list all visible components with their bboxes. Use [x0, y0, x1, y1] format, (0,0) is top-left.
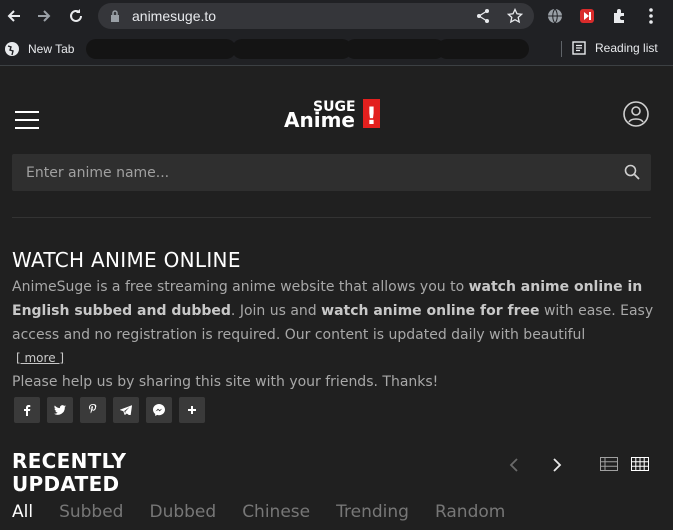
- facebook-share-button[interactable]: [14, 397, 40, 423]
- redacted-bookmark[interactable]: [232, 39, 352, 59]
- list-view-icon[interactable]: [600, 457, 618, 471]
- logo-bang-text: !: [366, 102, 377, 130]
- reading-list-button[interactable]: Reading list: [572, 41, 658, 55]
- star-icon[interactable]: [507, 8, 523, 24]
- bookmark-separator: [561, 41, 562, 57]
- chevron-left-icon[interactable]: [507, 457, 521, 473]
- search-bar: [12, 154, 651, 191]
- watch-online-heading: WATCH ANIME ONLINE: [12, 248, 241, 272]
- logo-anime-text: Anime: [284, 108, 355, 131]
- facebook-icon: [24, 405, 31, 416]
- tab-random[interactable]: Random: [435, 502, 505, 522]
- twitter-icon: [54, 405, 66, 415]
- section-divider: [12, 217, 651, 218]
- telegram-icon: [120, 405, 132, 415]
- messenger-share-button[interactable]: [146, 397, 172, 423]
- site-logo[interactable]: SUGE Anime !: [284, 97, 384, 131]
- hamburger-menu-icon[interactable]: [15, 111, 39, 129]
- redacted-bookmark[interactable]: [345, 39, 445, 59]
- user-account-icon[interactable]: [623, 101, 649, 127]
- back-arrow-icon[interactable]: [2, 4, 26, 28]
- redacted-bookmark[interactable]: [437, 39, 529, 59]
- extension-red-icon[interactable]: [577, 6, 597, 26]
- reading-list-icon: [572, 41, 586, 55]
- search-icon[interactable]: [624, 164, 640, 180]
- share-message: Please help us by sharing this site with…: [12, 374, 439, 390]
- puzzle-icon[interactable]: [609, 6, 629, 26]
- address-bar[interactable]: animesuge.to: [98, 3, 534, 29]
- social-share-buttons: [14, 397, 205, 423]
- desc-text: AnimeSuge is a free streaming anime webs…: [12, 279, 469, 295]
- globe-icon: [5, 42, 19, 56]
- site-description: AnimeSuge is a free streaming anime webs…: [12, 275, 658, 347]
- redacted-bookmark[interactable]: [86, 39, 236, 59]
- twitter-share-button[interactable]: [47, 397, 73, 423]
- desc-text: . Join us and: [230, 303, 322, 319]
- lock-icon: [111, 10, 119, 22]
- reload-icon[interactable]: [64, 4, 88, 28]
- bookmark-label: New Tab: [28, 42, 75, 56]
- share-icon[interactable]: [475, 8, 491, 24]
- tab-chinese[interactable]: Chinese: [242, 502, 310, 522]
- tab-subbed[interactable]: Subbed: [59, 502, 123, 522]
- globe-icon[interactable]: [545, 6, 565, 26]
- page-content: SUGE Anime ! WATCH ANIME ONLINE AnimeSug…: [0, 67, 673, 530]
- pinterest-share-button[interactable]: [80, 397, 106, 423]
- recently-updated-heading: RECENTLY UPDATED: [12, 449, 127, 496]
- forward-arrow-icon[interactable]: [32, 4, 56, 28]
- tab-trending[interactable]: Trending: [336, 502, 409, 522]
- browser-toolbar: animesuge.to: [0, 0, 673, 32]
- search-input[interactable]: [12, 154, 612, 191]
- messenger-icon: [153, 404, 165, 416]
- filter-tabs: All Subbed Dubbed Chinese Trending Rando…: [12, 502, 531, 522]
- bookmarks-bar: New Tab Reading list: [0, 32, 673, 66]
- grid-view-icon[interactable]: [631, 457, 649, 471]
- url-text: animesuge.to: [132, 8, 217, 24]
- more-link[interactable]: [ more ]: [16, 351, 64, 365]
- pinterest-icon: [89, 404, 97, 414]
- plus-icon: [188, 406, 196, 414]
- chevron-right-icon[interactable]: [550, 457, 564, 473]
- tab-dubbed[interactable]: Dubbed: [149, 502, 216, 522]
- reading-list-label: Reading list: [595, 41, 658, 55]
- more-share-button[interactable]: [179, 397, 205, 423]
- kebab-menu-icon[interactable]: [641, 6, 661, 26]
- tab-all[interactable]: All: [12, 502, 33, 522]
- bookmark-new-tab[interactable]: New Tab: [4, 41, 74, 57]
- desc-bold-text: watch anime online for free: [321, 303, 540, 319]
- telegram-share-button[interactable]: [113, 397, 139, 423]
